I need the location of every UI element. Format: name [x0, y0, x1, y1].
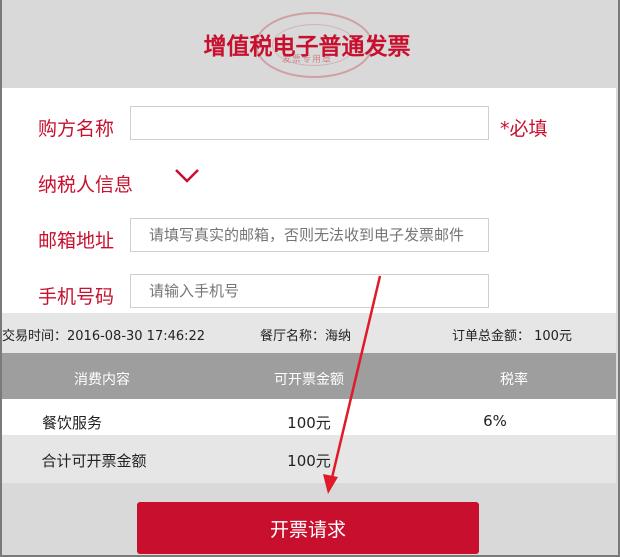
buyer-name-input[interactable]	[130, 106, 489, 140]
table-total-row: 合计可开票金额 100元	[2, 435, 616, 483]
email-input[interactable]	[130, 218, 489, 252]
page-title: 增值税电子普通发票	[203, 34, 411, 60]
chevron-down-icon[interactable]	[174, 168, 200, 184]
column-header-amount: 可开票金额	[274, 372, 344, 388]
taxpayer-info-label[interactable]: 纳税人信息	[38, 170, 133, 197]
email-label: 邮箱地址	[38, 230, 115, 252]
required-label: *必填	[500, 118, 548, 140]
phone-label: 手机号码	[38, 286, 115, 308]
phone-input[interactable]	[130, 274, 489, 308]
table-row: 餐饮服务 100元 6%	[2, 399, 616, 435]
column-header-tax-rate: 税率	[500, 372, 528, 388]
cell-tax-rate: 6%	[483, 412, 507, 430]
order-total-amount: 订单总金额： 100元	[452, 329, 572, 344]
buyer-name-label: 购方名称	[38, 118, 115, 140]
total-amount: 100元	[287, 452, 331, 470]
column-header-item: 消费内容	[74, 372, 130, 388]
transaction-time: 交易时间：2016-08-30 17:46:22	[2, 329, 206, 344]
cell-item: 餐饮服务	[41, 414, 103, 432]
restaurant-name: 餐厅名称：海纳	[260, 329, 352, 344]
table-header: 消费内容 可开票金额 税率	[2, 353, 616, 399]
submit-invoice-button[interactable]: 开票请求	[137, 502, 479, 554]
cell-amount: 100元	[287, 414, 331, 432]
total-label: 合计可开票金额	[41, 452, 147, 470]
invoice-form: 购方名称 *必填 纳税人信息 邮箱地址 手机号码	[2, 88, 616, 313]
order-info-bar: 交易时间：2016-08-30 17:46:22 餐厅名称：海纳 订单总金额： …	[2, 313, 616, 353]
